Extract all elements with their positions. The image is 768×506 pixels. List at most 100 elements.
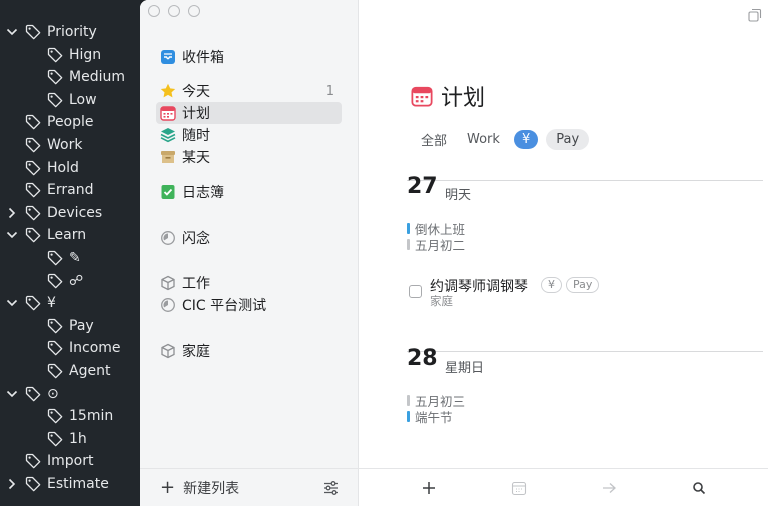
sidebar-item-area-work[interactable]: 工作 [156, 272, 342, 294]
tag-item[interactable]: ¥ [5, 292, 56, 314]
tag-item[interactable]: ✎ [27, 247, 81, 269]
close-window-button[interactable] [148, 5, 160, 17]
chevron-down-icon[interactable] [5, 25, 19, 39]
filter-work[interactable]: Work [461, 129, 506, 150]
new-list-label: 新建列表 [183, 480, 240, 497]
tag-label: ⊙ [47, 385, 59, 402]
task-area: 家庭 [430, 294, 453, 308]
tag-item[interactable]: Work [5, 134, 82, 156]
sidebar-item-today[interactable]: 今天 1 [156, 80, 342, 102]
tag-icon [25, 227, 41, 243]
sidebar-item-area-home[interactable]: 家庭 [156, 340, 342, 362]
tag-item[interactable]: Hign [27, 44, 101, 66]
tag-item[interactable]: Income [27, 337, 121, 359]
task-tags: ¥ Pay [541, 277, 600, 293]
tag-label: Work [47, 137, 83, 153]
page-title: 计划 [441, 86, 486, 111]
arrow-right-icon[interactable] [600, 479, 618, 497]
tag-item[interactable]: People [5, 111, 94, 133]
tag-item[interactable]: Pay [27, 315, 94, 337]
tag-item[interactable]: 15min [27, 405, 113, 427]
add-task-button[interactable] [420, 479, 438, 497]
tag-item[interactable]: Agent [27, 360, 110, 382]
chevron-down-icon[interactable] [5, 296, 19, 310]
main-toolbar [359, 468, 768, 506]
chevron-down-icon[interactable] [5, 387, 19, 401]
day-number: 27 [407, 174, 438, 199]
sidebar-item-logbook[interactable]: 日志簿 [156, 181, 342, 203]
sidebar-item-anytime[interactable]: 随时 [156, 124, 342, 146]
tag-icon [47, 431, 63, 447]
sidebar-item-label: 随时 [182, 128, 210, 144]
tag-icon [47, 92, 63, 108]
filter-pay[interactable]: Pay [546, 129, 590, 150]
settings-sliders-icon[interactable] [323, 480, 339, 496]
tag-item[interactable]: Medium [27, 66, 125, 88]
sidebar-item-someday[interactable]: 某天 [156, 146, 342, 168]
task-checkbox[interactable] [409, 285, 422, 298]
tag-icon [47, 363, 63, 379]
day-divider [407, 180, 763, 181]
new-list-button[interactable]: + 新建列表 [160, 477, 239, 498]
zoom-window-button[interactable] [188, 5, 200, 17]
sidebar-item-label: 计划 [182, 106, 210, 122]
tag-item[interactable]: Estimate [5, 473, 109, 495]
note-color-bar [407, 395, 410, 406]
sidebar: 收件箱 今天 1 计划 随时 某天 日志簿 闪念 工作 CIC 平台测试 家庭 … [140, 0, 359, 506]
note-text: 五月初二 [415, 238, 466, 253]
tag-icon [25, 476, 41, 492]
sidebar-item-label: 闪念 [182, 231, 210, 247]
calendar-icon[interactable] [510, 479, 528, 497]
tag-icon [25, 295, 41, 311]
tag-label: Import [47, 453, 94, 470]
tag-icon [25, 160, 41, 176]
app-window: 收件箱 今天 1 计划 随时 某天 日志簿 闪念 工作 CIC 平台测试 家庭 … [140, 0, 768, 506]
today-count-badge: 1 [325, 83, 334, 99]
tag-item[interactable]: Hold [5, 157, 79, 179]
filter-all[interactable]: 全部 [415, 127, 453, 152]
tag-icon [47, 250, 63, 266]
note-text: 端午节 [415, 410, 453, 425]
sidebar-item-project-cic[interactable]: CIC 平台测试 [156, 294, 342, 316]
box-icon [160, 149, 176, 165]
tag-icon [47, 340, 63, 356]
tag-icon [25, 205, 41, 221]
cube-icon [160, 275, 176, 291]
tag-item[interactable]: Low [27, 89, 97, 111]
sidebar-item-flash[interactable]: 闪念 [156, 227, 342, 249]
task-item[interactable]: 约调琴师调钢琴 家庭 ¥ Pay [407, 274, 763, 310]
chevron-right-icon[interactable] [5, 477, 19, 491]
calendar-icon [411, 85, 433, 107]
chevron-right-icon[interactable] [5, 206, 19, 220]
tag-item[interactable]: ⊙ [5, 383, 59, 405]
sidebar-footer: + 新建列表 [140, 468, 359, 506]
tag-item[interactable]: Priority [5, 21, 97, 43]
chevron-down-icon[interactable] [5, 228, 19, 242]
copy-window-icon[interactable] [748, 7, 762, 22]
tag-item[interactable]: 1h [27, 428, 87, 450]
minimize-window-button[interactable] [168, 5, 180, 17]
filter-yen[interactable]: ¥ [513, 130, 539, 149]
tag-item[interactable]: ☍ [27, 270, 83, 292]
tag-label: Estimate [47, 476, 109, 492]
search-icon[interactable] [690, 479, 708, 497]
tag-item[interactable]: Import [5, 450, 93, 472]
tag-label: People [47, 114, 94, 131]
tag-icon [25, 137, 41, 153]
tag-item[interactable]: Errand [5, 179, 93, 201]
sidebar-item-inbox[interactable]: 收件箱 [156, 46, 342, 68]
tag-tree-panel: Priority Hign Medium Low People Work Hold Erran… [0, 0, 140, 506]
tag-item[interactable]: Devices [5, 202, 102, 224]
sidebar-item-label: 某天 [182, 150, 210, 166]
tag-item[interactable]: Learn [5, 224, 86, 246]
sidebar-item-plan[interactable]: 计划 [156, 102, 342, 124]
tag-filter-bar: 全部 Work ¥ Pay [415, 127, 590, 152]
